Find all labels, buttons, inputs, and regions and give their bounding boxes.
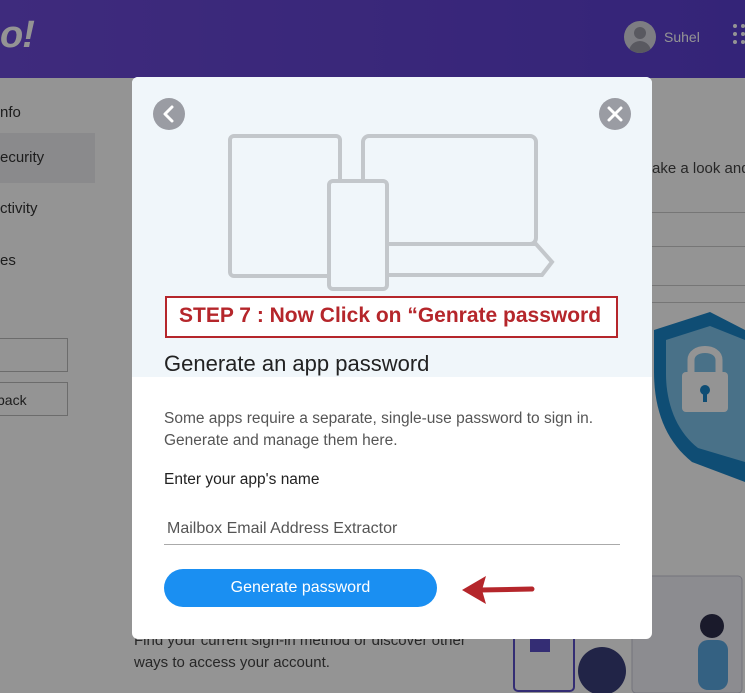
close-icon <box>607 106 623 122</box>
app-name-input[interactable] <box>164 513 620 545</box>
back-button[interactable] <box>153 98 185 130</box>
dialog-description: Some apps require a separate, single-use… <box>164 410 594 449</box>
dialog-title: Generate an app password <box>164 351 430 376</box>
chevron-left-icon <box>163 105 174 123</box>
step-annotation: STEP 7 : Now Click on “Genrate password <box>165 296 618 338</box>
arrow-left-icon <box>462 576 535 604</box>
generate-password-button[interactable]: Generate password <box>164 569 437 607</box>
app-name-label: Enter your app's name <box>164 471 320 488</box>
close-button[interactable] <box>599 98 631 130</box>
app-password-dialog: STEP 7 : Now Click on “Genrate password … <box>132 77 652 639</box>
